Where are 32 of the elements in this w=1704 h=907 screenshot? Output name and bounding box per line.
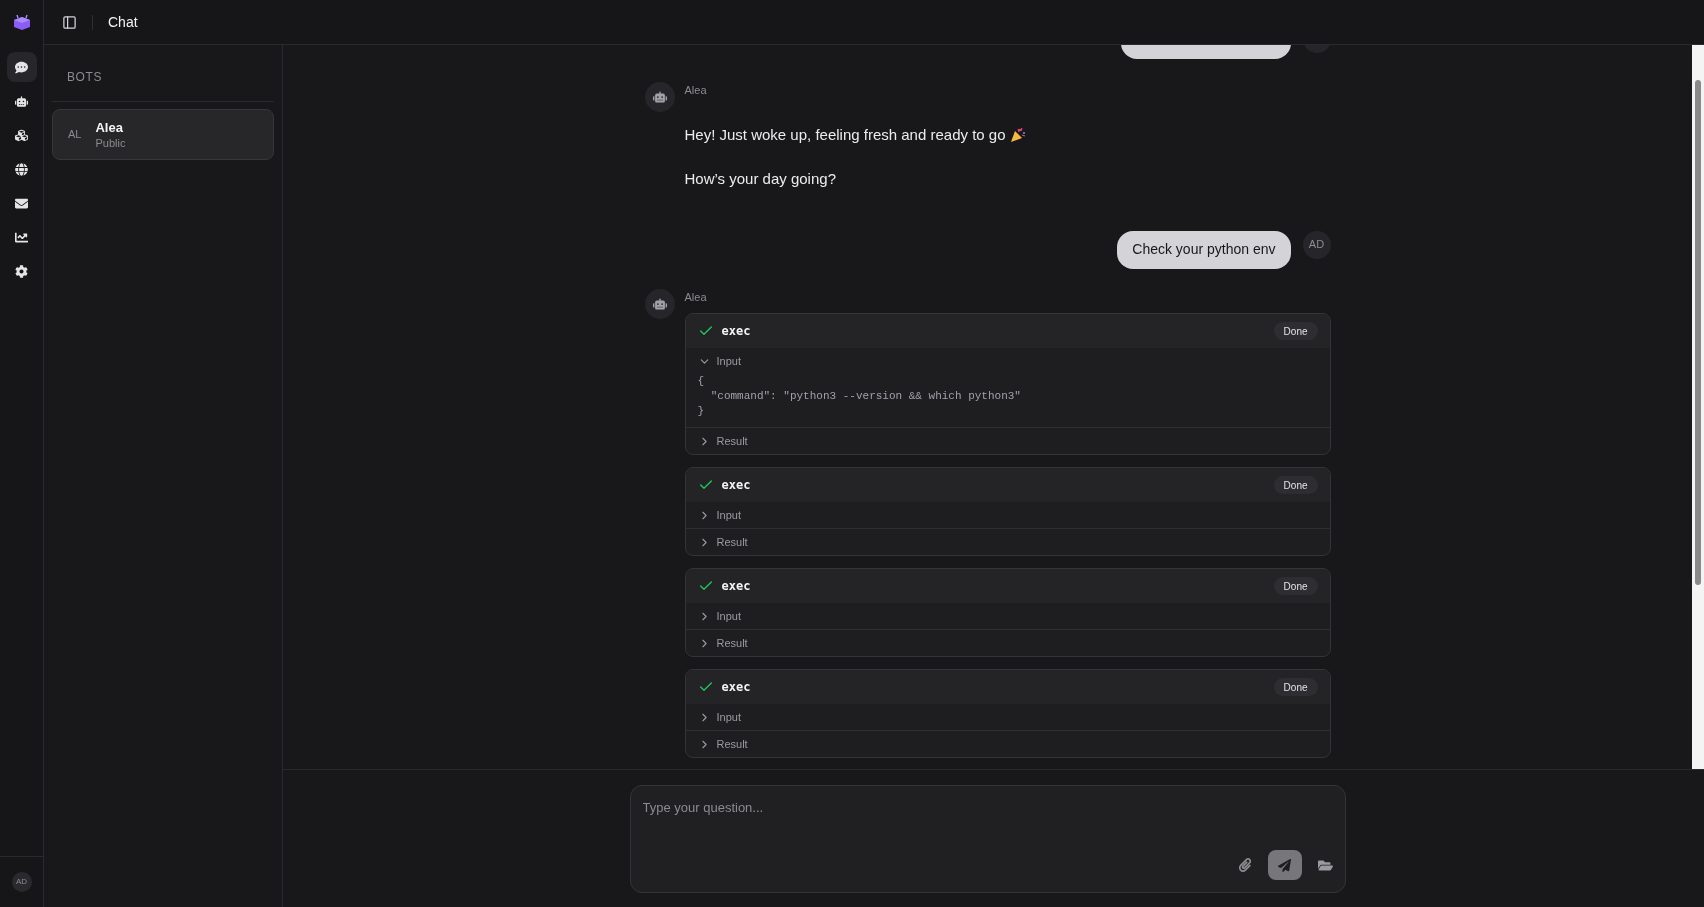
author-name: Alea (684, 83, 708, 98)
page-title: Chat (108, 12, 138, 32)
section-toggle[interactable]: Result (685, 630, 760, 656)
tool-name: exec (721, 477, 751, 494)
status-badge: Done (1273, 577, 1318, 595)
bot-initials: AL (68, 127, 82, 143)
status-badge: Done (1273, 678, 1318, 696)
section-heading: BOTS (67, 69, 103, 86)
section-toggle[interactable]: Result (685, 529, 760, 555)
message-composer[interactable]: Type your question... (629, 785, 1346, 893)
section-toggle[interactable]: Result (685, 428, 760, 454)
tool-name: exec (721, 578, 751, 595)
message-text: Hey! Just woke up, feeling fresh and ready to go (684, 124, 1006, 145)
section-toggle[interactable]: Result (685, 731, 760, 757)
question-input[interactable]: Type your question... (642, 798, 1333, 818)
section-toggle[interactable]: Input (685, 502, 753, 528)
bot-item[interactable]: AL Alea Public (52, 109, 274, 160)
author-name: Alea (684, 289, 708, 305)
status-badge: Done (1273, 322, 1318, 340)
message-bubble: Check your python env (1117, 230, 1291, 269)
message-text: How’s your day going? (684, 169, 836, 189)
bot-name: Alea (95, 119, 124, 136)
section-toggle[interactable]: Input (685, 348, 753, 374)
status-badge: Done (1273, 476, 1318, 494)
user-avatar: AD (1302, 230, 1331, 259)
bot-visibility: Public (95, 136, 126, 150)
section-toggle[interactable]: Input (685, 704, 753, 730)
tool-name: exec (721, 323, 751, 340)
user-avatar[interactable]: AD (11, 872, 32, 892)
tool-name: exec (721, 679, 751, 696)
section-toggle[interactable]: Input (685, 603, 753, 629)
code-text: { "command": "python3 --version && which python3" } (696, 374, 1022, 419)
